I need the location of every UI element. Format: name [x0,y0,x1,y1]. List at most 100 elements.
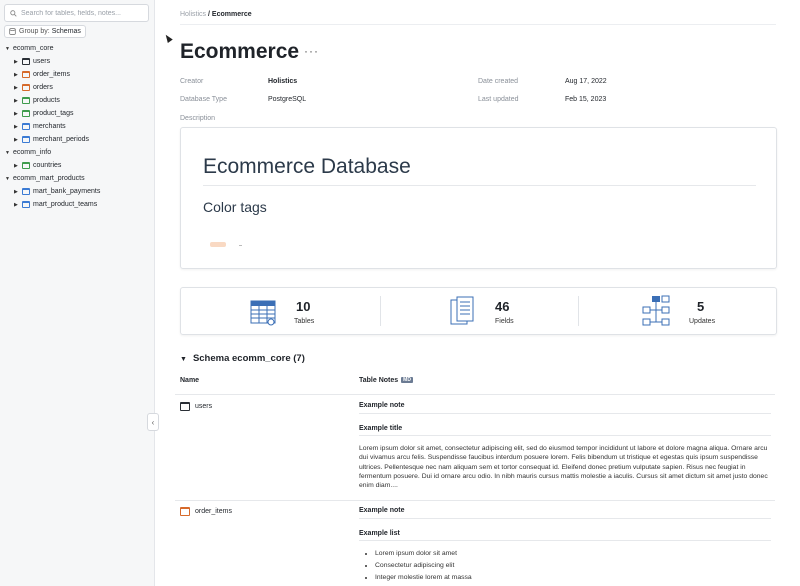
note-heading: Example note [359,507,405,514]
date-created-label: Date created [478,78,519,85]
date-created-value: Aug 17, 2022 [565,78,607,85]
last-updated-label: Last updated [478,96,519,103]
color-tag [239,245,242,246]
schema-item[interactable]: ▼ ecomm_info [0,146,155,159]
schema-label: ecomm_mart_products [13,175,85,182]
divider [203,185,756,186]
schema-label: ecomm_info [13,149,52,156]
breadcrumb-current: Ecommerce [211,11,252,18]
more-options-icon[interactable]: ··· [304,44,319,58]
table-icon [22,97,30,104]
table-icon [22,201,30,208]
breadcrumb-parent[interactable]: Holistics [180,11,206,18]
schema-section-title: Schema ecomm_core (7) [192,353,305,364]
group-by-button[interactable]: Group by: Schemas [4,25,86,38]
caret-down-icon: ▼ [5,175,10,182]
list-item: Lorem ipsum dolor sit amet [375,548,472,560]
caret-right-icon: ▶ [14,136,18,143]
table-name: order_items [195,508,232,515]
table-label: merchant_periods [33,136,90,143]
note-title: Example title [359,425,403,432]
table-icon [22,136,30,143]
table-label: mart_product_teams [33,201,98,208]
page-title: Ecommerce [180,40,300,63]
table-icon [180,507,190,516]
table-icon [180,402,190,411]
caret-down-icon: ▼ [180,356,187,363]
breadcrumb: Holistics / Ecommerce [180,11,252,18]
updates-label: Updates [689,318,716,325]
sidebar-item-product-tags[interactable]: ▶ product_tags [0,107,155,120]
divider [175,394,775,395]
sidebar-item-merchants[interactable]: ▶ merchants [0,120,155,133]
sidebar-item-products[interactable]: ▶ products [0,94,155,107]
chevron-left-icon: ‹ [151,417,155,427]
caret-right-icon: ▶ [14,162,18,169]
stats-panel: 10 Tables 46 Fields 5 Updates [180,287,777,335]
description-heading: Ecommerce Database [203,155,411,178]
sidebar-item-orders[interactable]: ▶ orders [0,81,155,94]
schema-tree: ▼ ecomm_core ▶ users ▶ order_items ▶ orders … [0,42,155,211]
table-label: merchants [33,123,66,130]
fields-label: Fields [495,318,514,325]
search-input[interactable] [21,9,141,17]
sidebar-item-users[interactable]: ▶ users [0,55,155,68]
list-item: Integer molestie lorem at massa [375,572,472,584]
table-icon [22,123,30,130]
description-subheading: Color tags [203,199,267,215]
table-row-order-items[interactable]: order_items [180,507,232,516]
note-title: Example list [359,530,400,537]
table-label: order_items [33,71,70,78]
db-type-value: PostgreSQL [268,96,307,103]
table-icon [22,162,30,169]
schema-item[interactable]: ▼ ecomm_mart_products [0,172,155,185]
caret-down-icon: ▼ [5,149,10,156]
table-icon [22,84,30,91]
sidebar-item-countries[interactable]: ▶ countries [0,159,155,172]
caret-right-icon: ▶ [14,71,18,78]
schema-item[interactable]: ▼ ecomm_core [0,42,155,55]
table-name: users [195,403,213,410]
table-label: countries [33,162,62,169]
note-list: Lorem ipsum dolor sit amet Consectetur a… [367,548,472,584]
table-icon [22,188,30,195]
search-icon [10,9,17,17]
schema-label: ecomm_core [13,45,54,52]
table-label: orders [33,84,53,91]
tables-count: 10 [296,299,311,314]
caret-right-icon: ▶ [14,123,18,130]
sidebar: Group by: Schemas ▼ecomm_core ▶users ▶or… [0,0,155,586]
column-header-notes-label: Table Notes [359,377,399,384]
sidebar-item-order-items[interactable]: ▶ order_items [0,68,155,81]
schema-section-header[interactable]: ▼ Schema ecomm_core (7) [180,353,305,364]
markdown-badge: MD [401,377,413,384]
note-heading: Example note [359,402,405,409]
caret-right-icon: ▶ [14,201,18,208]
list-item: Consectetur adipiscing elit [375,560,472,572]
main-content: Holistics / Ecommerce Ecommerce ··· Crea… [155,0,800,586]
table-label: product_tags [33,110,74,117]
breadcrumb-separator: / [208,11,210,18]
column-header-notes: Table Notes MD [359,377,413,384]
sidebar-item-mart-bank-payments[interactable]: ▶ mart_bank_payments [0,185,155,198]
table-label: mart_bank_payments [33,188,101,195]
sidebar-item-merchant-periods[interactable]: ▶ merchant_periods [0,133,155,146]
group-by-value: Schemas [51,28,81,35]
sidebar-item-mart-product-teams[interactable]: ▶ mart_product_teams [0,198,155,211]
divider [359,435,771,436]
color-tag [210,242,226,247]
table-label: users [33,58,51,65]
divider [175,500,775,501]
description-card[interactable]: Ecommerce Database Color tags [180,127,777,269]
search-box[interactable] [4,4,149,22]
table-icon [22,71,30,78]
table-row-users[interactable]: users [180,402,212,411]
divider [359,413,771,414]
last-updated-value: Feb 15, 2023 [565,96,607,103]
updates-icon [642,295,670,326]
divider [578,296,579,326]
column-header-name: Name [180,377,200,384]
caret-down-icon: ▼ [5,45,10,52]
caret-right-icon: ▶ [14,84,18,91]
tables-label: Tables [294,318,315,325]
